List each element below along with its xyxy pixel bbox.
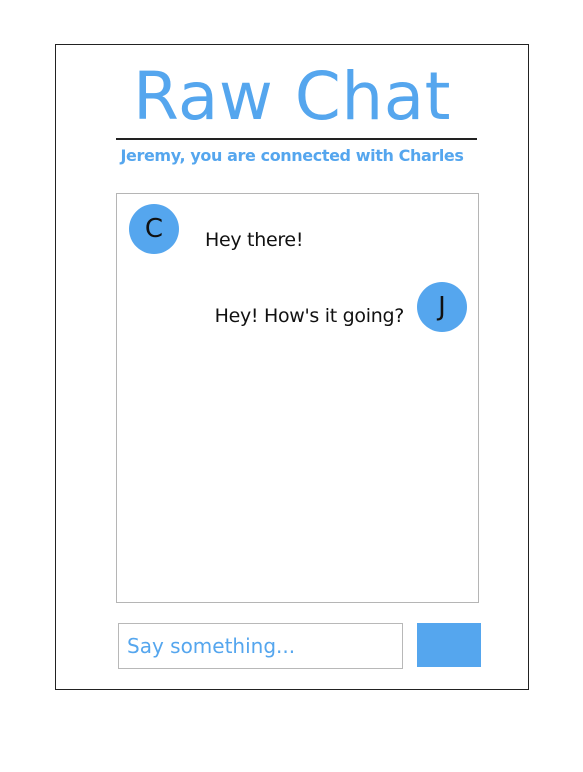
message-list[interactable]: C Hey there! Hey! How's it going? J — [116, 193, 479, 603]
send-button[interactable] — [417, 623, 481, 667]
chat-window: Raw Chat Jeremy, you are connected with … — [55, 44, 529, 690]
connection-status: Jeremy, you are connected with Charles — [120, 146, 464, 165]
message-text: Hey! How's it going? — [214, 305, 405, 327]
message-input[interactable] — [118, 623, 403, 669]
avatar: C — [129, 204, 179, 254]
avatar: J — [417, 282, 467, 332]
app-title: Raw Chat — [132, 58, 452, 135]
title-divider — [116, 138, 477, 140]
message-text: Hey there! — [205, 229, 304, 251]
